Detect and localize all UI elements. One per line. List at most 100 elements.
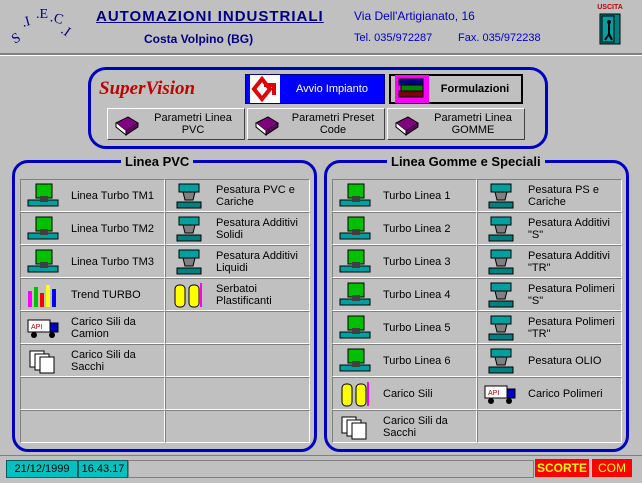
menu-item-pesatura-polimeri-tr[interactable]: Pesatura Polimeri "TR" xyxy=(477,311,622,344)
avvio-impianto-button[interactable]: Avvio Impianto xyxy=(245,74,385,104)
exit-door-icon xyxy=(599,13,621,45)
menu-item-label: Carico Sili da Sacchi xyxy=(71,348,136,373)
truck-icon: API xyxy=(484,385,516,404)
empty-cell xyxy=(20,410,165,443)
menu-item-linea-turbo-tm1[interactable]: Linea Turbo TM1 xyxy=(20,179,165,212)
turbo-icon xyxy=(339,249,371,272)
menu-item-turbo-linea-3[interactable]: Turbo Linea 3 xyxy=(332,245,477,278)
plant-logo-icon xyxy=(250,75,280,103)
menu-item-label: Linea Turbo TM3 xyxy=(71,255,154,268)
menu-item-pesatura-polimeri-s[interactable]: Pesatura Polimeri "S" xyxy=(477,278,622,311)
scale-icon xyxy=(176,183,202,208)
books-icon xyxy=(395,75,429,103)
menu-item-label: Pesatura Additivi "S" xyxy=(528,216,610,241)
scale-icon xyxy=(488,216,514,241)
menu-item-label: Serbatoi Plastificanti xyxy=(216,282,272,307)
status-date: 21/12/1999 xyxy=(6,460,78,478)
svg-text:.E: .E xyxy=(36,7,48,22)
menu-item-pesatura-pvc-e-cariche[interactable]: Pesatura PVC e Cariche xyxy=(165,179,310,212)
menu-item-label: Pesatura Additivi "TR" xyxy=(528,249,610,274)
linea-pvc-title: Linea PVC xyxy=(121,154,194,169)
formulazioni-button[interactable]: Formulazioni xyxy=(389,74,523,104)
menu-item-pesatura-additivi-liquidi[interactable]: Pesatura Additivi Liquidi xyxy=(165,245,310,278)
param-preset-button[interactable]: Parametri Preset Code xyxy=(247,108,385,140)
truck-icon: API xyxy=(27,319,59,338)
param-gomme-label: Parametri Linea GOMME xyxy=(434,112,512,136)
menu-item-label: Turbo Linea 6 xyxy=(383,354,451,367)
turbo-icon xyxy=(339,216,371,239)
menu-item-turbo-linea-2[interactable]: Turbo Linea 2 xyxy=(332,212,477,245)
menu-item-carico-sili-da-sacchi[interactable]: Carico Sili da Sacchi xyxy=(332,410,477,443)
menu-item-pesatura-olio[interactable]: Pesatura OLIO xyxy=(477,344,622,377)
menu-item-label: Turbo Linea 2 xyxy=(383,222,451,235)
header-separator xyxy=(0,53,642,56)
menu-item-label: Pesatura PS e Cariche xyxy=(528,183,599,208)
scorte-indicator[interactable]: SCORTE xyxy=(535,459,589,477)
menu-item-turbo-linea-4[interactable]: Turbo Linea 4 xyxy=(332,278,477,311)
param-pvc-button[interactable]: Parametri Linea PVC xyxy=(107,108,245,140)
book-icon xyxy=(395,116,419,137)
top-controls: SuperVision Avvio Impianto Formulazioni … xyxy=(88,67,548,149)
logo-icon: S .I .E .C .I xyxy=(9,7,73,48)
menu-item-linea-turbo-tm2[interactable]: Linea Turbo TM2 xyxy=(20,212,165,245)
linea-pvc-grid: Linea Turbo TM1 Pesatura PVC e Cariche Lin… xyxy=(20,179,310,443)
empty-cell xyxy=(165,410,310,443)
turbo-icon xyxy=(339,348,371,371)
menu-item-carico-polimeri[interactable]: API Carico Polimeri xyxy=(477,377,622,410)
supervision-logo: SuperVision xyxy=(99,78,196,99)
company-location: Costa Volpino (BG) xyxy=(144,32,254,46)
scale-icon xyxy=(488,348,514,373)
formulazioni-label: Formulazioni xyxy=(440,83,510,95)
linea-gomme-title: Linea Gomme e Speciali xyxy=(387,154,545,169)
linea-gomme-panel: Linea Gomme e Speciali Turbo Linea 1 Pesa… xyxy=(324,154,629,452)
menu-item-carico-sili-da-sacchi[interactable]: Carico Sili da Sacchi xyxy=(20,344,165,377)
exit-button[interactable]: USCITA xyxy=(590,4,630,48)
menu-item-pesatura-additivi-solidi[interactable]: Pesatura Additivi Solidi xyxy=(165,212,310,245)
menu-item-serbatoi-plastificanti[interactable]: Serbatoi Plastificanti xyxy=(165,278,310,311)
menu-item-pesatura-additivi-tr[interactable]: Pesatura Additivi "TR" xyxy=(477,245,622,278)
empty-cell xyxy=(165,377,310,410)
scale-icon xyxy=(488,249,514,274)
scale-icon xyxy=(488,183,514,208)
status-message-area xyxy=(128,460,534,478)
menu-item-label: Carico Sili xyxy=(383,387,433,400)
menu-item-label: Trend TURBO xyxy=(71,288,141,301)
menu-item-turbo-linea-1[interactable]: Turbo Linea 1 xyxy=(332,179,477,212)
turbo-icon xyxy=(27,183,59,206)
menu-item-label: Pesatura Additivi Liquidi xyxy=(216,249,298,274)
empty-cell xyxy=(165,311,310,344)
turbo-icon xyxy=(27,216,59,239)
com-indicator[interactable]: COM xyxy=(592,459,632,477)
menu-item-label: Pesatura Polimeri "S" xyxy=(528,282,615,307)
book-icon xyxy=(255,116,279,137)
menu-item-carico-sili-da-camion[interactable]: API Carico Sili da Camion xyxy=(20,311,165,344)
svg-text:S: S xyxy=(9,31,23,48)
turbo-icon xyxy=(339,282,371,305)
menu-item-label: Turbo Linea 5 xyxy=(383,321,451,334)
tank-icon xyxy=(174,282,202,307)
menu-item-linea-turbo-tm3[interactable]: Linea Turbo TM3 xyxy=(20,245,165,278)
menu-item-pesatura-additivi-s[interactable]: Pesatura Additivi "S" xyxy=(477,212,622,245)
scale-icon xyxy=(488,282,514,307)
menu-item-label: Pesatura OLIO xyxy=(528,354,602,367)
header: S .I .E .C .I AUTOMAZIONI INDUSTRIALI Co… xyxy=(0,0,642,52)
menu-item-label: Turbo Linea 4 xyxy=(383,288,451,301)
turbo-icon xyxy=(27,249,59,272)
menu-item-label: Turbo Linea 3 xyxy=(383,255,451,268)
turbo-icon xyxy=(339,315,371,338)
scale-icon xyxy=(488,315,514,340)
tank-icon xyxy=(341,381,369,406)
fax: Fax. 035/972238 xyxy=(458,32,541,44)
menu-item-label: Pesatura Polimeri "TR" xyxy=(528,315,615,340)
param-gomme-button[interactable]: Parametri Linea GOMME xyxy=(387,108,525,140)
menu-item-trend-turbo[interactable]: Trend TURBO xyxy=(20,278,165,311)
scale-icon xyxy=(176,249,202,274)
param-preset-label: Parametri Preset Code xyxy=(291,112,375,136)
avvio-label: Avvio Impianto xyxy=(296,83,368,95)
address: Via Dell'Artigianato, 16 xyxy=(354,9,475,23)
menu-item-carico-sili[interactable]: Carico Sili xyxy=(332,377,477,410)
menu-item-pesatura-ps-e-cariche[interactable]: Pesatura PS e Cariche xyxy=(477,179,622,212)
menu-item-label: Linea Turbo TM2 xyxy=(71,222,154,235)
menu-item-turbo-linea-5[interactable]: Turbo Linea 5 xyxy=(332,311,477,344)
menu-item-turbo-linea-6[interactable]: Turbo Linea 6 xyxy=(332,344,477,377)
